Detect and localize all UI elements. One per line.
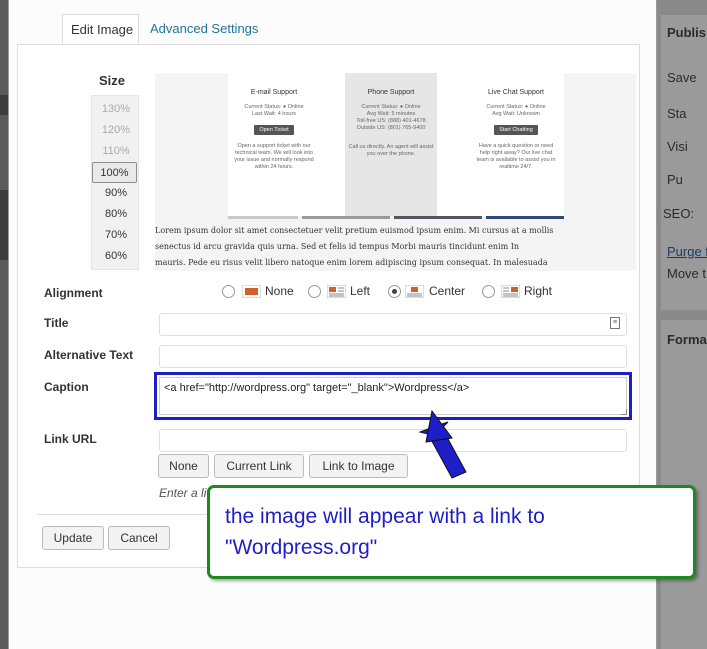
preview-line: Current Status: ● Online (361, 104, 421, 110)
preview-column-phone: Phone Support Current Status: ● Online A… (345, 73, 437, 216)
align-center-label: Center (429, 284, 466, 298)
tab-edit-image[interactable]: Edit Image (62, 14, 139, 45)
caption-label: Caption (44, 380, 89, 394)
preview-bar-4 (486, 216, 564, 219)
preview-button: Start Chatting (494, 125, 538, 135)
preview-line: Last Wait: 4 hours (251, 111, 297, 117)
align-none-icon (242, 285, 261, 298)
link-url-label: Link URL (44, 432, 97, 446)
size-label: Size (99, 73, 126, 88)
bg-publish-item: Pu (667, 172, 683, 187)
align-right-radio[interactable] (482, 285, 495, 298)
preview-line: Outside US: (801) 765-9400 (356, 125, 426, 131)
size-option-70[interactable]: 70% (92, 225, 140, 246)
size-option-110[interactable]: 110% (92, 141, 140, 162)
callout-line-1: the image will appear with a link to (225, 505, 545, 528)
bg-format-heading: Forma (667, 332, 707, 347)
align-left-radio[interactable] (308, 285, 321, 298)
background-left-strip (0, 0, 8, 649)
preview-line: Current Status: ● Online (486, 104, 546, 110)
cancel-button[interactable]: Cancel (108, 526, 170, 550)
document-icon: ≡ (610, 317, 620, 329)
preview-column-email: E-mail Support Current Status: ● Online … (228, 73, 320, 216)
preview-button: Open Ticket (254, 125, 294, 135)
preview-bar-1 (228, 216, 298, 219)
bg-purge-link: Purge f (667, 244, 707, 259)
preview-bar-2 (302, 216, 390, 219)
lorem-line: mauris. Pede eu risus velit libero natoq… (155, 258, 548, 267)
size-option-100[interactable]: 100% (92, 162, 137, 183)
tab-advanced-settings[interactable]: Advanced Settings (142, 14, 266, 45)
preview-heading: Live Chat Support (487, 89, 545, 96)
alt-text-input[interactable] (159, 345, 627, 368)
link-url-hint: Enter a li (159, 486, 207, 500)
size-option-90[interactable]: 90% (92, 183, 140, 204)
align-none-label: None (265, 284, 294, 298)
resize-handle-icon[interactable] (621, 409, 627, 415)
size-list: 130% 120% 110% 100% 90% 80% 70% 60% (91, 95, 139, 270)
caption-highlight: <a href="http://wordpress.org" target="_… (154, 372, 632, 420)
size-option-130[interactable]: 130% (92, 99, 140, 120)
preview-line: Current Status: ● Online (244, 104, 304, 110)
preview-lorem-text: Lorem ipsum dolor sit amet consectetuer … (155, 223, 636, 271)
callout-text: the image will appear with a link to "Wo… (225, 501, 685, 563)
preview-column-chat: Live Chat Support Current Status: ● Onli… (470, 73, 562, 216)
preview-paragraph: Open a support ticket with our technical… (234, 143, 314, 170)
align-center-icon (405, 285, 424, 298)
preview-image: E-mail Support Current Status: ● Online … (228, 73, 564, 216)
lorem-line: Lorem ipsum dolor sit amet consectetuer … (155, 226, 554, 235)
link-none-button[interactable]: None (158, 454, 209, 478)
preview-paragraph: Call us directly. An agent will assist y… (348, 144, 434, 157)
size-option-60[interactable]: 60% (92, 246, 140, 267)
callout-line-2: "Wordpress.org" (225, 536, 378, 559)
title-input[interactable] (159, 313, 627, 336)
close-icon[interactable]: × (653, 0, 669, 12)
bg-publish-heading: Publis (667, 25, 707, 40)
link-url-input[interactable] (159, 429, 627, 452)
preview-color-bars (228, 216, 564, 219)
lorem-line: senectus id arcu gravida quis urna. Sed … (155, 242, 520, 251)
link-to-image-button[interactable]: Link to Image (309, 454, 408, 478)
bg-visibility-item: Visi (667, 139, 688, 154)
size-option-120[interactable]: 120% (92, 120, 140, 141)
align-right-label: Right (524, 284, 553, 298)
preview-line: Avg Wait: 5 minutes (366, 111, 416, 117)
align-none-radio[interactable] (222, 285, 235, 298)
preview-bar-3 (394, 216, 482, 219)
bg-save-button: Save (667, 70, 697, 85)
current-link-button[interactable]: Current Link (214, 454, 304, 478)
preview-line: Toll-free US: (888) 401-4678 (356, 118, 426, 124)
bg-status-item: Sta (667, 106, 687, 121)
align-right-icon (501, 285, 520, 298)
alignment-label: Alignment (44, 286, 103, 300)
align-center-radio[interactable] (388, 285, 401, 298)
image-preview: E-mail Support Current Status: ● Online … (155, 73, 636, 271)
size-option-80[interactable]: 80% (92, 204, 140, 225)
preview-paragraph: Have a quick question or need help right… (476, 143, 556, 170)
caption-textarea[interactable]: <a href="http://wordpress.org" target="_… (159, 377, 627, 415)
align-left-label: Left (350, 284, 371, 298)
align-left-icon (327, 285, 346, 298)
title-label: Title (44, 316, 69, 330)
annotation-callout: the image will appear with a link to "Wo… (207, 485, 696, 579)
preview-line: Avg Wait: Unknown (492, 111, 540, 117)
alt-text-label: Alternative Text (44, 348, 134, 362)
bg-move-link: Move t (667, 266, 707, 281)
update-button[interactable]: Update (42, 526, 104, 550)
preview-heading: Phone Support (367, 89, 415, 96)
bg-seo-item: SEO: (663, 206, 695, 221)
preview-heading: E-mail Support (250, 89, 298, 96)
